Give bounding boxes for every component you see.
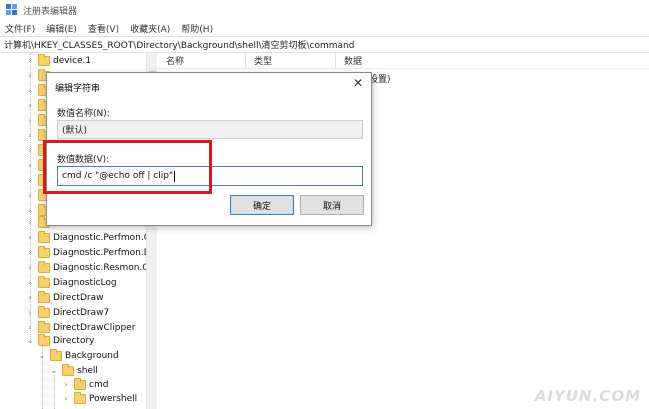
chevron-right-icon[interactable]: › (26, 248, 34, 258)
value-data-input[interactable]: cmd /c "@echo off | clip" (57, 166, 363, 186)
folder-icon (74, 391, 86, 404)
tree-item[interactable]: › Diagnostic.Resmon.Co (26, 260, 154, 275)
column-data[interactable]: 数据 (336, 53, 649, 68)
chevron-right-icon[interactable]: › (62, 380, 70, 390)
folder-icon (38, 333, 50, 346)
chevron-right-icon[interactable]: › (26, 278, 34, 288)
value-name-text: (默认) (62, 126, 88, 136)
tree-item[interactable]: › device.1 (26, 53, 91, 68)
folder-icon (38, 320, 50, 333)
folder-icon (38, 245, 50, 258)
chevron-down-icon[interactable]: ⌄ (26, 336, 34, 346)
chevron-right-icon[interactable]: › (26, 233, 34, 243)
list-header: 名称 类型 数据 (158, 53, 649, 69)
value-name-label: 数值名称(N): (57, 109, 110, 119)
chevron-down-icon[interactable]: ⌄ (38, 351, 46, 361)
chevron-right-icon[interactable]: › (26, 308, 34, 318)
dialog-title: 编辑字符串 (55, 84, 101, 94)
edit-string-dialog: 编辑字符串 ✕ 数值名称(N): (默认) 数值数据(V): cmd /c "@… (46, 72, 372, 226)
folder-icon (38, 260, 50, 273)
chevron-right-icon[interactable]: › (26, 218, 34, 228)
menu-bar: 文件(F) 编辑(E) 查看(V) 收藏夹(A) 帮助(H) (0, 20, 649, 36)
menu-favorites[interactable]: 收藏夹(A) (130, 22, 170, 35)
regedit-app-icon (6, 4, 18, 16)
menu-file[interactable]: 文件(F) (5, 22, 35, 35)
close-icon[interactable]: ✕ (353, 76, 363, 90)
chevron-right-icon[interactable]: › (26, 293, 34, 303)
tree-item[interactable]: › DirectDraw (26, 290, 103, 305)
chevron-right-icon[interactable]: › (26, 206, 34, 216)
watermark-logo: AIYUN.COM (534, 387, 641, 405)
value-data-text: cmd /c "@echo off | clip" (62, 171, 174, 181)
chevron-right-icon[interactable]: › (26, 101, 34, 111)
folder-icon (62, 363, 74, 376)
tree-item-shell[interactable]: ⌄ shell (50, 363, 98, 378)
chevron-right-icon[interactable]: › (26, 71, 34, 81)
tree-item[interactable]: › DiagnosticLog (26, 275, 117, 290)
tree-item-directory[interactable]: ⌄ Directory (26, 333, 94, 348)
menu-edit[interactable]: 编辑(E) (46, 22, 77, 35)
tree-item-background[interactable]: ⌄ Background (38, 348, 119, 363)
tree-item[interactable]: › DirectDraw7 (26, 305, 109, 320)
tree-item[interactable]: › Diagnostic.Perfmon.Do (26, 245, 156, 260)
folder-icon (50, 348, 62, 361)
value-data-cell: 设置) (369, 75, 391, 85)
cancel-button[interactable]: 取消 (300, 195, 364, 215)
menu-view[interactable]: 查看(V) (88, 22, 119, 35)
chevron-right-icon[interactable]: › (62, 394, 70, 404)
chevron-down-icon[interactable]: ⌄ (50, 366, 58, 376)
chevron-right-icon[interactable]: › (26, 191, 34, 201)
ok-button[interactable]: 确定 (230, 195, 294, 215)
folder-icon (38, 275, 50, 288)
text-caret (174, 170, 176, 182)
title-bar: 注册表编辑器 (0, 0, 649, 20)
chevron-right-icon[interactable]: › (26, 161, 34, 171)
tree-item-cmd[interactable]: › cmd (62, 377, 108, 392)
window-title: 注册表编辑器 (23, 6, 78, 17)
chevron-right-icon[interactable]: › (26, 263, 34, 273)
tree-item[interactable]: › Diagnostic.Perfmon.Co (26, 230, 156, 245)
folder-icon (38, 290, 50, 303)
chevron-right-icon[interactable]: › (26, 56, 34, 66)
tree-item-powershell[interactable]: › Powershell (62, 391, 137, 406)
chevron-right-icon[interactable]: › (26, 116, 34, 126)
chevron-right-icon[interactable]: › (26, 323, 34, 333)
address-bar[interactable]: 计算机\HKEY_CLASSES_ROOT\Directory\Backgrou… (0, 36, 649, 53)
chevron-right-icon[interactable]: › (26, 86, 34, 96)
column-name[interactable]: 名称 (158, 53, 246, 68)
folder-icon (38, 230, 50, 243)
folder-icon (38, 53, 50, 66)
folder-icon (74, 377, 86, 390)
value-data-label: 数值数据(V): (57, 155, 110, 165)
menu-help[interactable]: 帮助(H) (181, 22, 213, 35)
chevron-right-icon[interactable]: › (26, 176, 34, 186)
chevron-right-icon[interactable]: › (26, 146, 34, 156)
chevron-right-icon[interactable]: › (26, 131, 34, 141)
value-name-field: (默认) (57, 120, 363, 139)
folder-icon (38, 305, 50, 318)
column-type[interactable]: 类型 (246, 53, 336, 68)
